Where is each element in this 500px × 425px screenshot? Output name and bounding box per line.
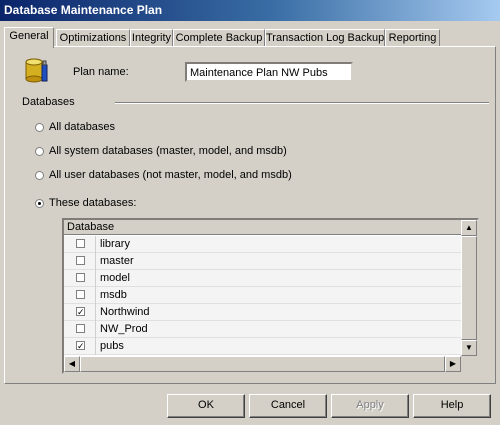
grid-column-header[interactable]: Database xyxy=(64,220,461,235)
database-name: master xyxy=(100,255,134,267)
tab-complete-backup[interactable]: Complete Backup xyxy=(173,29,265,47)
help-button[interactable]: Help xyxy=(413,394,491,418)
checkbox-unchecked[interactable] xyxy=(76,239,85,248)
database-name: library xyxy=(100,238,130,250)
checkbox-unchecked[interactable] xyxy=(76,256,85,265)
maintenance-plan-dialog: Database Maintenance Plan General Optimi… xyxy=(0,0,500,425)
plan-name-input[interactable]: Maintenance Plan NW Pubs xyxy=(185,62,353,82)
plan-name-label: Plan name: xyxy=(73,66,129,78)
database-grid: Database library master model msdb ✓ Nor… xyxy=(62,218,479,374)
database-name: msdb xyxy=(100,289,127,301)
apply-button[interactable]: Apply xyxy=(331,394,409,418)
general-tab-panel: Plan name: Maintenance Plan NW Pubs Data… xyxy=(4,46,496,384)
database-name: NW_Prod xyxy=(100,323,148,335)
table-row[interactable]: model xyxy=(64,270,461,287)
tab-transaction-log-backup[interactable]: Transaction Log Backup xyxy=(265,29,385,47)
table-row[interactable]: ✓ Northwind xyxy=(64,304,461,321)
database-maintenance-icon xyxy=(25,58,48,83)
tab-reporting[interactable]: Reporting xyxy=(385,29,440,47)
table-row[interactable]: msdb xyxy=(64,287,461,304)
databases-group-label: Databases xyxy=(22,96,75,108)
scroll-right-arrow-icon[interactable]: ▶ xyxy=(445,356,461,372)
tab-integrity[interactable]: Integrity xyxy=(130,29,173,47)
checkbox-checked[interactable]: ✓ xyxy=(76,307,85,317)
ok-button[interactable]: OK xyxy=(167,394,245,418)
scroll-left-arrow-icon[interactable]: ◀ xyxy=(64,356,80,372)
radio-label: All databases xyxy=(49,121,116,133)
database-name: Northwind xyxy=(100,306,150,318)
table-row[interactable]: library xyxy=(64,236,461,253)
database-name: pubs xyxy=(100,340,124,352)
cancel-button[interactable]: Cancel xyxy=(249,394,327,418)
radio-label: All system databases (master, model, and… xyxy=(49,145,287,157)
radio-label: All user databases (not master, model, a… xyxy=(49,169,292,181)
tab-optimizations[interactable]: Optimizations xyxy=(56,29,130,47)
radio-label: These databases: xyxy=(49,197,137,209)
table-row[interactable]: ✓ pubs xyxy=(64,338,461,355)
scroll-down-arrow-icon[interactable]: ▼ xyxy=(461,340,477,356)
radio-button-icon[interactable] xyxy=(35,123,44,132)
scroll-up-arrow-icon[interactable]: ▲ xyxy=(461,220,477,236)
checkbox-unchecked[interactable] xyxy=(76,324,85,333)
database-name: model xyxy=(100,272,130,284)
scroll-thumb[interactable] xyxy=(461,236,477,340)
radio-button-icon[interactable] xyxy=(35,147,44,156)
vertical-scrollbar[interactable]: ▲ ▼ xyxy=(461,220,477,356)
checkbox-unchecked[interactable] xyxy=(76,290,85,299)
tab-general[interactable]: General xyxy=(4,27,54,48)
radio-button-checked-icon[interactable] xyxy=(35,199,44,208)
group-divider xyxy=(115,102,489,104)
scrollbar-corner xyxy=(461,356,477,372)
checkbox-unchecked[interactable] xyxy=(76,273,85,282)
table-row[interactable]: NW_Prod xyxy=(64,321,461,338)
horizontal-scrollbar[interactable]: ◀ ▶ xyxy=(64,356,461,372)
radio-button-icon[interactable] xyxy=(35,171,44,180)
scroll-thumb[interactable] xyxy=(80,356,445,372)
window-title: Database Maintenance Plan xyxy=(0,0,500,21)
checkbox-checked[interactable]: ✓ xyxy=(76,341,85,351)
table-row[interactable]: master xyxy=(64,253,461,270)
